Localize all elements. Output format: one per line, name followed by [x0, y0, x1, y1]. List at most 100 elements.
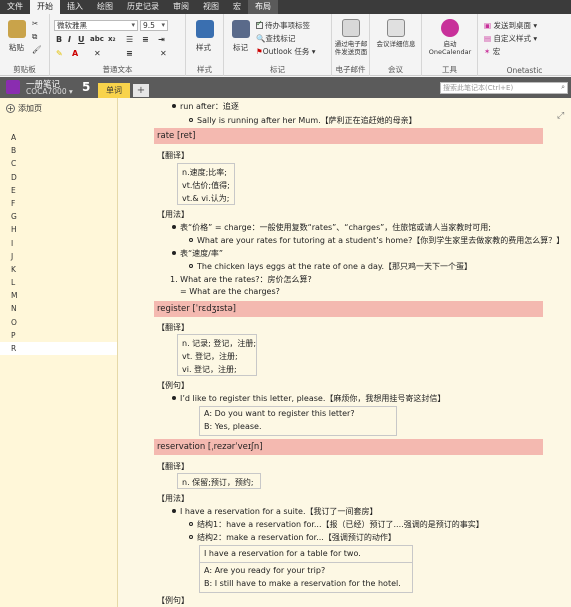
- page-item[interactable]: P: [0, 329, 117, 342]
- bullet-icon: [172, 251, 176, 255]
- align-icon[interactable]: ≡: [126, 49, 133, 58]
- styles-button[interactable]: 样式: [196, 42, 211, 53]
- page-item[interactable]: E: [0, 184, 117, 197]
- list-item: The chicken lays eggs at the rate of one…: [189, 261, 472, 272]
- bold-button[interactable]: B: [56, 35, 62, 44]
- add-page-button[interactable]: + 添加页: [6, 103, 42, 114]
- underline-button[interactable]: U: [78, 35, 85, 44]
- delete-icon[interactable]: ✕: [160, 49, 167, 58]
- dialog-line: B: I still have to make a reservation fo…: [204, 579, 401, 588]
- menu-history[interactable]: 历史记录: [120, 0, 166, 14]
- page-item[interactable]: K: [0, 263, 117, 276]
- copy-icon[interactable]: ⧉: [32, 32, 37, 42]
- section-name[interactable]: COCA7000 ▾: [26, 87, 73, 96]
- dialog-line: B: Yes, please.: [204, 422, 262, 431]
- page-list: + 添加页 A B C D E F G H I J K L M N O P R: [0, 98, 118, 607]
- translation-line: n. 保留;预订，预约;: [182, 478, 254, 487]
- style-icon: ▤: [484, 34, 492, 43]
- email-label: 电子邮件: [335, 65, 366, 74]
- menu-bar: 文件 开始 插入 绘图 历史记录 审阅 视图 宏 布局: [0, 0, 571, 14]
- bullet-icon: [172, 509, 176, 513]
- menu-layout[interactable]: 布局: [248, 0, 278, 14]
- section-tab-words[interactable]: 单词: [98, 83, 130, 98]
- translation-box: n. 保留;预订，预约;: [177, 473, 261, 489]
- font-name-select[interactable]: 微软雅黑: [54, 20, 138, 31]
- macro-label: 宏: [492, 47, 501, 56]
- search-placeholder: 搜索此笔记本(Ctrl+E): [443, 84, 514, 92]
- list-item: 结构2：make a reservation for...【强调预订的动作】: [189, 532, 396, 543]
- page-item[interactable]: I: [0, 237, 117, 250]
- subscript-button[interactable]: x₂: [108, 35, 116, 43]
- menu-review[interactable]: 审阅: [166, 0, 196, 14]
- onecalendar-button[interactable]: 启动 OneCalendar: [424, 40, 476, 56]
- email-page-button[interactable]: 通过电子邮件发送页面: [332, 40, 370, 56]
- macro-button[interactable]: ✶ 宏: [484, 46, 500, 57]
- list-item: What are your rates for tutoring at a st…: [189, 235, 564, 246]
- menu-file[interactable]: 文件: [0, 0, 30, 14]
- page-item[interactable]: L: [0, 276, 117, 289]
- outlook-tasks-button[interactable]: ⚑Outlook 任务 ▾: [256, 46, 315, 57]
- add-section-button[interactable]: +: [133, 84, 149, 97]
- strikethrough-button[interactable]: abc: [90, 35, 104, 43]
- menu-macro[interactable]: 宏: [226, 0, 248, 14]
- menu-draw[interactable]: 绘图: [90, 0, 120, 14]
- font-size-select[interactable]: 9.5: [140, 20, 168, 31]
- custom-style-button[interactable]: ▤ 自定义样式 ▾: [484, 33, 537, 44]
- page-item[interactable]: J: [0, 250, 117, 263]
- search-input[interactable]: 搜索此笔记本(Ctrl+E) ⌕: [440, 82, 568, 94]
- cut-icon[interactable]: ✂: [32, 19, 38, 28]
- find-tags-button[interactable]: 🔍查找标记: [256, 33, 295, 44]
- page-item[interactable]: D: [0, 171, 117, 184]
- numbered-item: 1. What are the rates?：房价怎么算?: [170, 275, 312, 284]
- search-icon[interactable]: ⌕: [561, 82, 565, 92]
- format-painter-icon[interactable]: 🖌: [32, 45, 42, 54]
- paste-icon: [8, 20, 26, 38]
- menu-view[interactable]: 视图: [196, 0, 226, 14]
- page-item-selected[interactable]: R: [0, 342, 117, 356]
- page-item[interactable]: C: [0, 157, 117, 170]
- section-label: 【翻译】: [157, 323, 189, 332]
- list-item-text: The chicken lays eggs at the rate of one…: [197, 262, 473, 271]
- expand-icon[interactable]: ⤢: [557, 111, 564, 121]
- example-line: I have a reservation for a table for two…: [204, 549, 361, 558]
- tag-icon: [232, 20, 250, 38]
- page-item[interactable]: O: [0, 316, 117, 329]
- list-item: 表“速度/率”: [172, 248, 223, 259]
- dialog-line: A: Do you want to register this letter?: [204, 409, 355, 418]
- page-item[interactable]: B: [0, 144, 117, 157]
- highlight-icon[interactable]: ✎: [56, 49, 63, 58]
- send-desktop-button[interactable]: ▣ 发送到桌面 ▾: [484, 20, 537, 31]
- page-item[interactable]: F: [0, 197, 117, 210]
- tags-group: 标记 待办事项标签 🔍查找标记 ⚑Outlook 任务 ▾ 标记: [224, 14, 332, 76]
- page-item[interactable]: H: [0, 223, 117, 236]
- menu-home[interactable]: 开始: [30, 0, 60, 14]
- notebook-bar: 一册笔记 COCA7000 ▾ 5 单词 + 搜索此笔记本(Ctrl+E) ⌕: [0, 77, 571, 98]
- indent-icon[interactable]: ⇥: [158, 35, 165, 44]
- clear-format-icon[interactable]: ✕: [94, 49, 101, 58]
- calendar-icon: [441, 19, 459, 37]
- page-item[interactable]: N: [0, 302, 117, 315]
- tools-group: 启动 OneCalendar 工具: [422, 14, 478, 76]
- page-item[interactable]: G: [0, 210, 117, 223]
- section-label: 【用法】: [157, 494, 189, 503]
- numbering-icon[interactable]: ≡: [142, 35, 149, 44]
- font-color-icon[interactable]: A: [72, 49, 78, 58]
- onetastic-group: ▣ 发送到桌面 ▾ ▤ 自定义样式 ▾ ✶ 宏 Onetastic: [478, 14, 571, 76]
- todo-tag-button[interactable]: 待办事项标签: [256, 19, 310, 31]
- page-item[interactable]: M: [0, 289, 117, 302]
- email-icon: [342, 19, 360, 37]
- meeting-details-button[interactable]: 会议详细信息: [374, 40, 418, 48]
- notebook-icon: [6, 80, 20, 94]
- tag-button[interactable]: 标记: [233, 42, 248, 53]
- meetings-group: 会议详细信息 会议: [370, 14, 422, 76]
- circle-bullet-icon: [189, 238, 193, 242]
- bullets-icon[interactable]: ☰: [126, 35, 133, 44]
- page-item[interactable]: A: [0, 131, 117, 144]
- checkbox-icon: [256, 19, 263, 29]
- bullet-icon: [172, 104, 176, 108]
- list-item-text: 表“速度/率”: [180, 249, 223, 258]
- menu-insert[interactable]: 插入: [60, 0, 90, 14]
- italic-button[interactable]: I: [68, 35, 71, 44]
- paste-button[interactable]: 粘贴: [9, 42, 24, 53]
- list-item-text: Sally is running after her Mum.【萨利正在追赶她的…: [197, 116, 417, 125]
